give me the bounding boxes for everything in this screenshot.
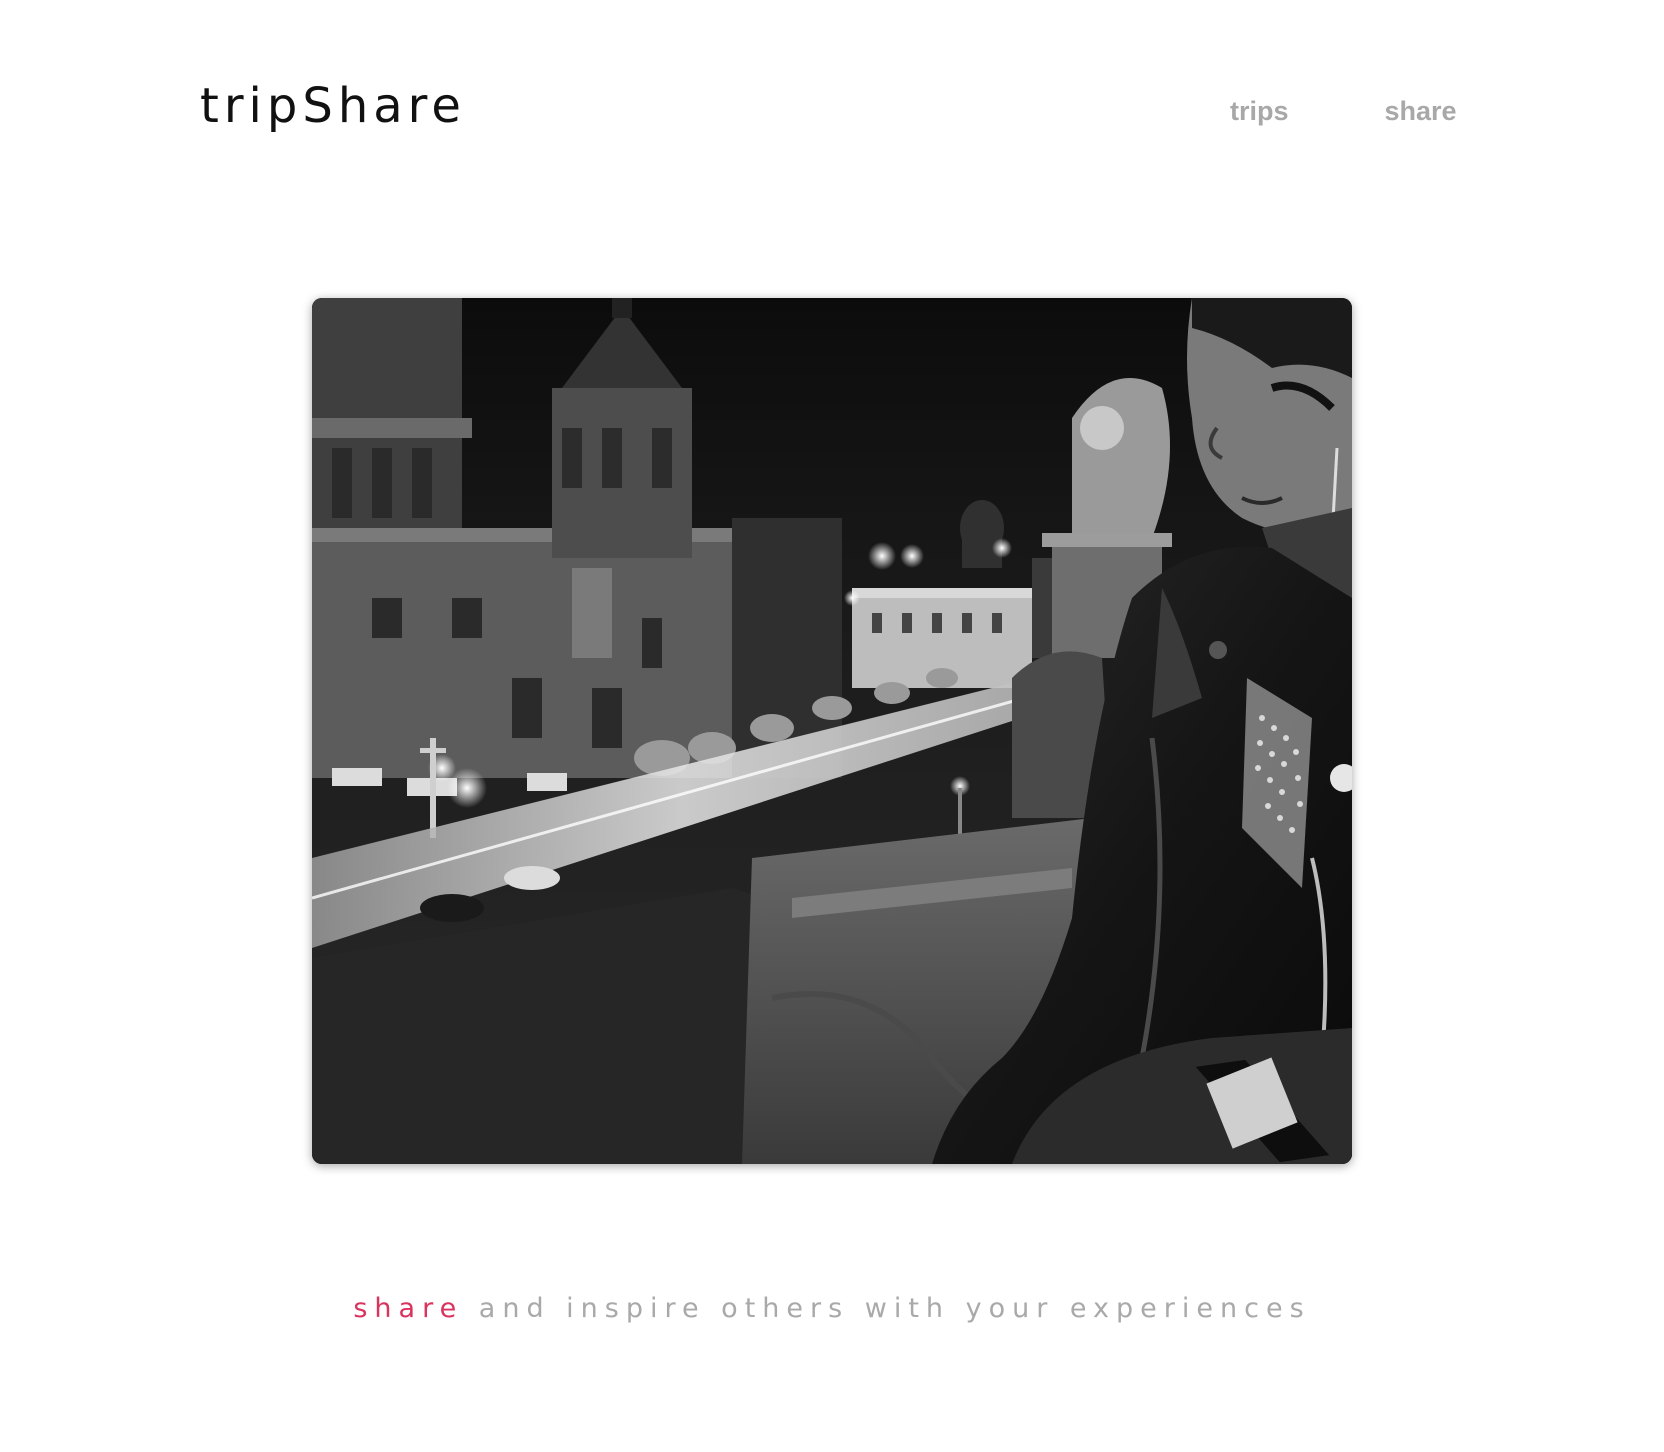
tagline-accent: share (353, 1293, 464, 1324)
page: tripShare trips share share and inspire … (0, 0, 1664, 1452)
brand-logo[interactable]: tripShare (200, 82, 466, 130)
site-header: tripShare trips share (0, 0, 1664, 200)
nav-link-trips[interactable]: trips (1230, 98, 1289, 125)
main-nav: trips share (1230, 98, 1457, 125)
hero-photo-illustration (312, 298, 1352, 1164)
tagline: share and inspire others with your exper… (0, 1295, 1664, 1322)
hero-photo (312, 298, 1352, 1164)
nav-link-share[interactable]: share (1385, 98, 1457, 125)
tagline-rest: and inspire others with your experiences (463, 1293, 1311, 1324)
